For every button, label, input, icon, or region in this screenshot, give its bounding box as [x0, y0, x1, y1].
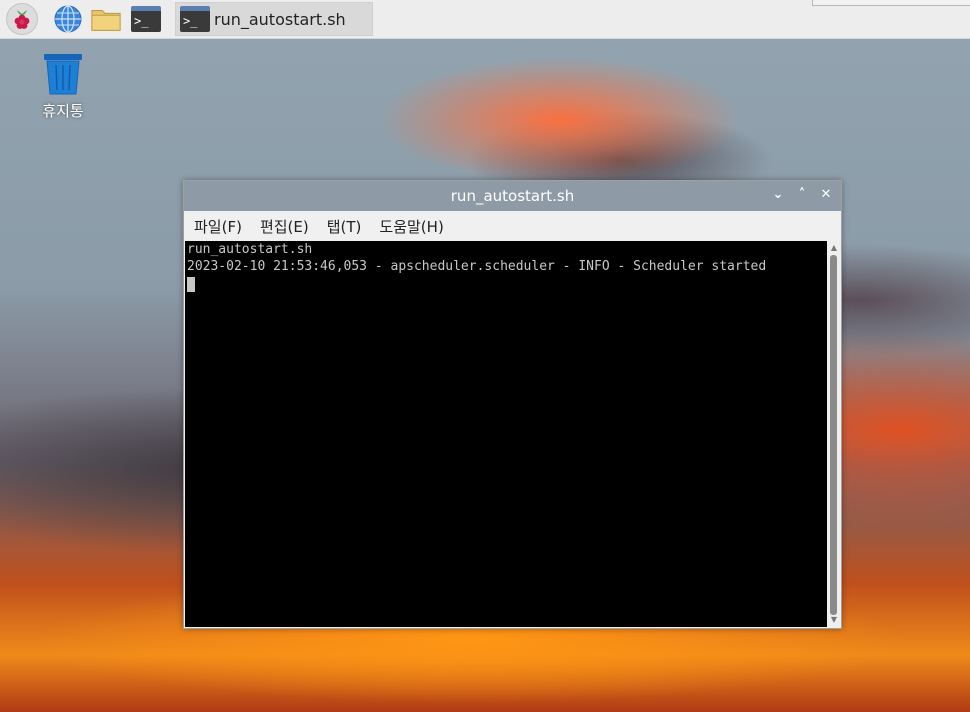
task-button-run-autostart[interactable]: >_ run_autostart.sh — [175, 2, 373, 36]
window-titlebar[interactable]: run_autostart.sh ⌄ ˄ ✕ — [184, 181, 841, 211]
taskbar: >_ >_ run_autostart.sh — [0, 0, 970, 39]
terminal-scrollbar[interactable]: ▲ ▼ — [828, 241, 840, 627]
terminal-window: run_autostart.sh ⌄ ˄ ✕ 파일(F) 편집(E) 탭(T) … — [183, 180, 842, 629]
menu-help[interactable]: 도움말(H) — [371, 216, 451, 237]
system-tray-area — [812, 0, 970, 6]
menu-bar: 파일(F) 편집(E) 탭(T) 도움말(H) — [184, 211, 841, 241]
terminal-line: 2023-02-10 21:53:46,053 - apscheduler.sc… — [187, 258, 767, 274]
menu-edit[interactable]: 편집(E) — [252, 216, 317, 237]
menu-file[interactable]: 파일(F) — [186, 216, 250, 237]
raspberry-icon — [6, 3, 38, 35]
maximize-button[interactable]: ˄ — [794, 187, 810, 203]
folder-icon — [91, 10, 121, 31]
trash-icon — [44, 54, 82, 95]
file-manager-button[interactable] — [90, 3, 122, 35]
web-browser-button[interactable] — [52, 3, 84, 35]
scroll-down-arrow-icon[interactable]: ▼ — [828, 615, 840, 625]
terminal-icon: >_ — [131, 6, 161, 32]
terminal-output[interactable]: run_autostart.sh 2023-02-10 21:53:46,053… — [185, 241, 827, 627]
terminal-line: run_autostart.sh — [187, 242, 313, 257]
terminal-cursor — [187, 277, 195, 292]
scrollbar-thumb[interactable] — [830, 255, 837, 615]
menu-tabs[interactable]: 탭(T) — [319, 216, 370, 237]
scroll-up-arrow-icon[interactable]: ▲ — [828, 243, 840, 253]
minimize-button[interactable]: ⌄ — [770, 187, 786, 203]
terminal-icon: >_ — [180, 6, 210, 32]
raspberry-menu-button[interactable] — [6, 3, 38, 35]
task-button-label: run_autostart.sh — [214, 9, 346, 29]
globe-icon — [54, 5, 82, 33]
terminal-launcher-button[interactable]: >_ — [130, 3, 162, 35]
desktop-trash[interactable]: 휴지통 — [34, 52, 92, 121]
window-title: run_autostart.sh — [450, 187, 575, 205]
trash-label: 휴지통 — [42, 102, 84, 120]
close-button[interactable]: ✕ — [818, 187, 834, 203]
